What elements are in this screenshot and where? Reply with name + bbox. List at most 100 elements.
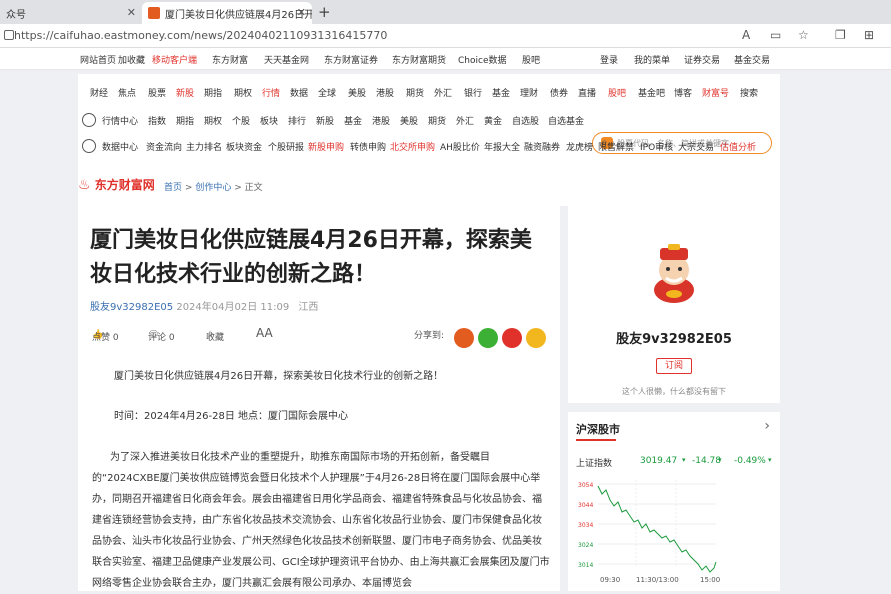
topnav-item[interactable]: 加收藏: [118, 53, 145, 66]
profile-name[interactable]: 股友9v32982E05: [568, 328, 780, 347]
topnav-item[interactable]: 东方财富期货: [392, 53, 446, 66]
menu-item[interactable]: 自选股: [512, 114, 539, 127]
menu-item[interactable]: 主力排名: [186, 140, 222, 153]
subscribe-button[interactable]: 订阅: [656, 358, 692, 374]
menu-item[interactable]: 焦点: [118, 86, 136, 99]
menu-item[interactable]: 行情: [262, 86, 280, 99]
menu-item[interactable]: 搜索: [740, 86, 758, 99]
reader-view-icon[interactable]: ▭: [770, 28, 781, 42]
menu-item[interactable]: 财经: [90, 86, 108, 99]
browser-tab-1[interactable]: 众号 ✕: [0, 2, 142, 24]
topnav-item[interactable]: 基金交易: [734, 53, 770, 66]
index-change-pct: -0.49%: [734, 456, 766, 466]
menu-item[interactable]: 期权: [204, 114, 222, 127]
data-center-label[interactable]: 数据中心: [102, 140, 138, 153]
menu-item[interactable]: 银行: [464, 86, 482, 99]
menu-item[interactable]: 融资融券: [524, 140, 560, 153]
read-aloud-icon[interactable]: A: [742, 28, 750, 42]
topnav-item[interactable]: 移动客户端: [152, 53, 197, 66]
breadcrumb-section[interactable]: 创作中心: [195, 183, 231, 193]
topnav-item[interactable]: 天天基金网: [264, 53, 309, 66]
eastmoney-logo[interactable]: ♨ 东方财富网: [78, 176, 156, 196]
address-bar[interactable]: https://caifuhao.eastmoney.com/news/2024…: [0, 24, 891, 48]
topnav-item[interactable]: 股吧: [522, 53, 540, 66]
menu-item[interactable]: 债券: [550, 86, 568, 99]
menu-item[interactable]: 板块: [260, 114, 278, 127]
menu-item[interactable]: 期指: [176, 114, 194, 127]
menu-item[interactable]: 自选基金: [548, 114, 584, 127]
close-icon[interactable]: ✕: [127, 6, 136, 19]
menu-item[interactable]: 港股: [376, 86, 394, 99]
menu-item[interactable]: 直播: [578, 86, 596, 99]
share-qzone-icon[interactable]: [526, 328, 546, 348]
menu-item[interactable]: 港股: [372, 114, 390, 127]
share-eastmoney-icon[interactable]: [454, 328, 474, 348]
quotes-center-label[interactable]: 行情中心: [102, 114, 138, 127]
menu-item[interactable]: 限售解禁: [598, 140, 634, 153]
topnav-item[interactable]: 东方财富证券: [324, 53, 378, 66]
article-title: 厦门美妆日化供应链展4月26日开幕，探索美妆日化技术行业的创新之路！: [90, 228, 532, 287]
favorite-star-icon[interactable]: ☆: [798, 28, 809, 42]
menu-item[interactable]: 龙虎榜: [566, 140, 593, 153]
topnav-item[interactable]: 我的菜单: [634, 53, 670, 66]
browser-tab-2[interactable]: 厦门美妆日化供应链展4月26日开幕 ✕: [142, 2, 312, 24]
new-tab-icon[interactable]: +: [318, 3, 331, 21]
menu-item[interactable]: 财富号: [702, 86, 729, 99]
menu-item[interactable]: 期权: [234, 86, 252, 99]
url-text[interactable]: https://caifuhao.eastmoney.com/news/2024…: [14, 29, 387, 42]
publish-location: 江西: [298, 302, 319, 313]
menu-item[interactable]: 外汇: [456, 114, 474, 127]
menu-item[interactable]: 期指: [204, 86, 222, 99]
menu-item[interactable]: 北交所申购: [390, 140, 435, 153]
close-icon[interactable]: ✕: [297, 6, 306, 19]
menu-item[interactable]: 外汇: [434, 86, 452, 99]
menu-item[interactable]: 估值分析: [720, 140, 756, 153]
market-widget-title[interactable]: 沪深股市: [576, 421, 620, 441]
topnav-item[interactable]: 网站首页: [80, 53, 116, 66]
chevron-right-icon[interactable]: ›: [764, 418, 770, 434]
share-wechat-icon[interactable]: [478, 328, 498, 348]
topnav-item[interactable]: 东方财富: [212, 53, 248, 66]
menu-item[interactable]: 期货: [406, 86, 424, 99]
font-size-button[interactable]: AA: [256, 326, 273, 340]
menu-item[interactable]: 新股: [316, 114, 334, 127]
avatar[interactable]: [644, 240, 704, 304]
menu-item[interactable]: 数据: [290, 86, 308, 99]
index-name[interactable]: 上证指数: [576, 456, 612, 469]
menu-item[interactable]: IPO审核: [640, 140, 673, 153]
menu-item[interactable]: 新股申购: [308, 140, 344, 153]
menu-item[interactable]: 全球: [318, 86, 336, 99]
menu-item[interactable]: 转债申购: [350, 140, 386, 153]
menu-item[interactable]: 年报大全: [484, 140, 520, 153]
menu-item[interactable]: 黄金: [484, 114, 502, 127]
menu-item[interactable]: 板块资金: [226, 140, 262, 153]
topnav-item[interactable]: Choice数据: [458, 53, 506, 66]
menu-item[interactable]: 基金吧: [638, 86, 665, 99]
menu-item[interactable]: 期货: [428, 114, 446, 127]
menu-item[interactable]: 个股: [232, 114, 250, 127]
menu-item[interactable]: AH股比价: [440, 140, 480, 153]
more-icon[interactable]: ⊞: [864, 28, 874, 42]
menu-item[interactable]: 博客: [674, 86, 692, 99]
collections-icon[interactable]: ❐: [835, 28, 846, 42]
share-weibo-icon[interactable]: [502, 328, 522, 348]
y-axis-label: 3044: [578, 502, 593, 509]
menu-item[interactable]: 基金: [344, 114, 362, 127]
menu-item[interactable]: 个股研报: [268, 140, 304, 153]
menu-item[interactable]: 新股: [176, 86, 194, 99]
menu-item[interactable]: 股票: [148, 86, 166, 99]
index-value: 3019.47: [640, 456, 678, 466]
menu-item[interactable]: 指数: [148, 114, 166, 127]
menu-item[interactable]: 理财: [520, 86, 538, 99]
menu-item[interactable]: 美股: [348, 86, 366, 99]
menu-item[interactable]: 基金: [492, 86, 510, 99]
breadcrumb-home[interactable]: 首页: [164, 183, 182, 193]
menu-item[interactable]: 资金流向: [146, 140, 182, 153]
menu-item[interactable]: 排行: [288, 114, 306, 127]
author-link[interactable]: 股友9v32982E05: [90, 302, 173, 313]
topnav-item[interactable]: 证券交易: [684, 53, 720, 66]
topnav-login[interactable]: 登录: [600, 53, 618, 66]
menu-item[interactable]: 美股: [400, 114, 418, 127]
menu-item[interactable]: 股吧: [608, 86, 626, 99]
menu-item[interactable]: 大宗交易: [678, 140, 714, 153]
